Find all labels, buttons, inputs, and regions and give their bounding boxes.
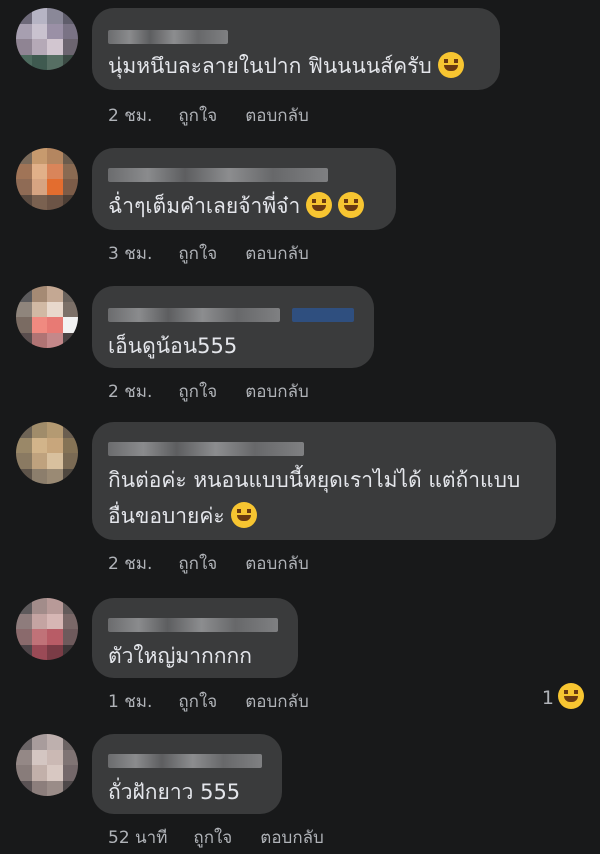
rofl-emoji-icon — [338, 192, 365, 218]
comment-meta: 1 ชม. ถูกใจ ตอบกลับ — [108, 688, 309, 715]
reply-button[interactable]: ตอบกลับ — [245, 550, 309, 577]
comment-text: เอ็นดูน้อน555 — [108, 334, 238, 358]
commenter-name-blurred[interactable] — [108, 168, 328, 182]
avatar[interactable] — [16, 286, 78, 348]
reply-button[interactable]: ตอบกลับ — [260, 824, 324, 851]
laughing-emoji-icon — [558, 683, 584, 709]
reply-button[interactable]: ตอบกลับ — [245, 688, 309, 715]
comment-text-line2: อื่นขอบายค่ะ — [108, 504, 225, 528]
reply-button[interactable]: ตอบกลับ — [245, 240, 309, 267]
comment-text: ถั่วฝักยาว 555 — [108, 780, 241, 804]
comment-text-wrap: นุ่มหนึบละลายในปาก ฟินนนนส์ครับ — [108, 50, 464, 82]
comment-time[interactable]: 2 ชม. — [108, 550, 152, 577]
avatar[interactable] — [16, 734, 78, 796]
comment-bubble: ฉ่ำๆเต็มคำเลยจ้าพี่จ๋า — [92, 148, 396, 230]
reply-button[interactable]: ตอบกลับ — [245, 378, 309, 405]
comment-bubble: ถั่วฝักยาว 555 — [92, 734, 282, 814]
comment-text-line1-wrap: กินต่อค่ะ หนอนแบบนี้หยุดเราไม่ได้ แต่ถ้า… — [108, 464, 520, 496]
comment-meta: 2 ชม. ถูกใจ ตอบกลับ — [108, 378, 309, 405]
comment-text-line1: กินต่อค่ะ หนอนแบบนี้หยุดเราไม่ได้ แต่ถ้า… — [108, 468, 521, 492]
reply-button[interactable]: ตอบกลับ — [245, 102, 309, 129]
like-button[interactable]: ถูกใจ — [193, 824, 232, 851]
comment-time[interactable]: 2 ชม. — [108, 378, 152, 405]
comment-text-wrap: ฉ่ำๆเต็มคำเลยจ้าพี่จ๋า — [108, 190, 365, 222]
avatar[interactable] — [16, 8, 78, 70]
comment-text: ตัวใหญ่มากกกก — [108, 644, 252, 668]
comment-meta: 2 ชม. ถูกใจ ตอบกลับ — [108, 102, 309, 129]
comment-time[interactable]: 3 ชม. — [108, 240, 152, 267]
reaction-summary[interactable]: 1 — [542, 683, 584, 709]
comment-text: ฉ่ำๆเต็มคำเลยจ้าพี่จ๋า — [108, 194, 301, 218]
reaction-count: 1 — [541, 687, 554, 709]
comment-meta: 2 ชม. ถูกใจ ตอบกลับ — [108, 550, 309, 577]
comment-text-wrap: ตัวใหญ่มากกกก — [108, 640, 252, 672]
comment-text: นุ่มหนึบละลายในปาก ฟินนนนส์ครับ — [108, 54, 432, 78]
comment-text-wrap: เอ็นดูน้อน555 — [108, 330, 237, 362]
comment-bubble: กินต่อค่ะ หนอนแบบนี้หยุดเราไม่ได้ แต่ถ้า… — [92, 422, 556, 540]
like-button[interactable]: ถูกใจ — [178, 378, 217, 405]
commenter-name-blurred[interactable] — [108, 308, 280, 322]
grinning-squint-emoji-icon — [437, 52, 464, 78]
like-button[interactable]: ถูกใจ — [178, 688, 217, 715]
like-button[interactable]: ถูกใจ — [178, 550, 217, 577]
rofl-emoji-icon — [306, 192, 333, 218]
comment-time[interactable]: 1 ชม. — [108, 688, 152, 715]
comment-time[interactable]: 52 นาที — [108, 824, 167, 851]
like-button[interactable]: ถูกใจ — [178, 240, 217, 267]
commenter-badge-blurred — [292, 308, 354, 322]
comment-text-line2-wrap: อื่นขอบายค่ะ — [108, 500, 257, 532]
comment-time[interactable]: 2 ชม. — [108, 102, 152, 129]
comment-bubble: ตัวใหญ่มากกกก — [92, 598, 298, 678]
comment-meta: 52 นาที ถูกใจ ตอบกลับ — [108, 824, 324, 851]
comment-bubble: เอ็นดูน้อน555 — [92, 286, 374, 368]
avatar[interactable] — [16, 148, 78, 210]
comment-bubble: นุ่มหนึบละลายในปาก ฟินนนนส์ครับ — [92, 8, 500, 90]
avatar[interactable] — [16, 422, 78, 484]
commenter-name-blurred[interactable] — [108, 618, 278, 632]
commenter-name-blurred[interactable] — [108, 754, 262, 768]
rofl-emoji-icon — [230, 502, 257, 528]
comment-meta: 3 ชม. ถูกใจ ตอบกลับ — [108, 240, 309, 267]
commenter-name-blurred[interactable] — [108, 30, 228, 44]
avatar[interactable] — [16, 598, 78, 660]
commenter-name-blurred[interactable] — [108, 442, 304, 456]
like-button[interactable]: ถูกใจ — [178, 102, 217, 129]
comment-text-wrap: ถั่วฝักยาว 555 — [108, 776, 240, 808]
